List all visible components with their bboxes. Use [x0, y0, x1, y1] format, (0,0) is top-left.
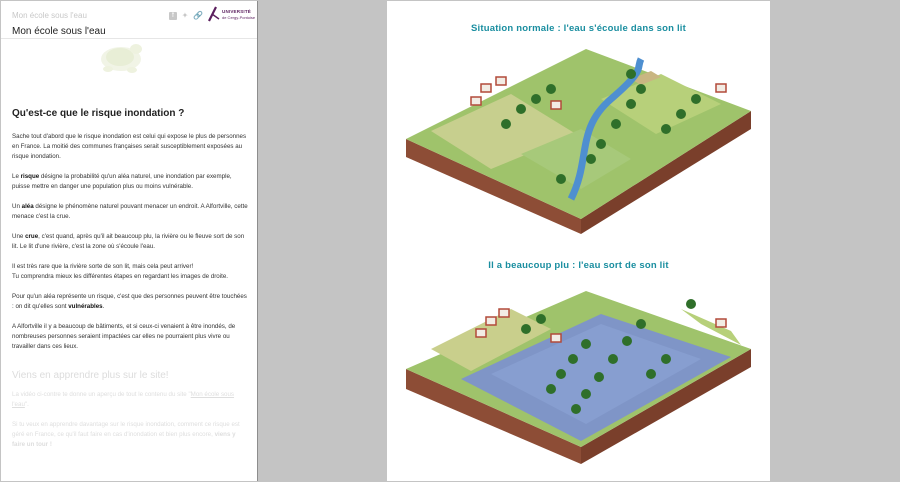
- link-icon[interactable]: 🔗: [193, 12, 203, 20]
- paragraph-risque: Le risque désigne la probabilité qu'un a…: [12, 172, 248, 192]
- paragraph-more: Si tu veux en apprendre davantage sur le…: [12, 420, 248, 450]
- paragraph-alea: Un aléa désigne le phénomène naturel pou…: [12, 202, 248, 222]
- site-title: Mon école sous l'eau: [12, 26, 106, 37]
- paragraph-vulnerable-c: .: [102, 303, 105, 310]
- paragraph-crue-c: , c'est quand, après qu'il ait beaucoup …: [12, 233, 245, 250]
- paragraph-alfortville: A Alfortville il y a beaucoup de bâtimen…: [12, 323, 236, 350]
- paragraph-rare-line2: Tu comprendra mieux les différentes étap…: [12, 273, 228, 280]
- diagram-normal-situation: [406, 49, 751, 234]
- paragraph-crue-a: Une: [12, 233, 26, 240]
- university-logo[interactable]: UNIVERSITÉ de Cergy-Pontoise: [207, 5, 255, 27]
- logo-text-line2: de Cergy-Pontoise: [222, 15, 256, 20]
- story-content: Qu'est-ce que le risque inondation ? Sac…: [12, 108, 248, 460]
- paragraph-alea-a: Un: [12, 203, 22, 210]
- paragraph-video-c: ".: [24, 401, 29, 408]
- caption-normal: Situation normale : l'eau s'écoule dans …: [470, 23, 687, 34]
- university-logo-mark: [208, 6, 220, 22]
- term-vulnerables: vulnérables: [68, 303, 103, 310]
- twitter-icon[interactable]: ✦: [181, 12, 189, 20]
- story-text-panel[interactable]: Mon école sous l'eau Mon école sous l'ea…: [1, 1, 258, 481]
- term-crue: crue: [25, 233, 39, 240]
- paragraph-intro: Sache tout d'abord que le risque inondat…: [12, 133, 247, 160]
- screenshot-frame: Mon école sous l'eau Mon école sous l'ea…: [0, 0, 900, 482]
- turtle-mascot-image: [101, 44, 142, 73]
- section-heading: Qu'est-ce que le risque inondation ?: [12, 108, 185, 119]
- paragraph-video-a: La vidéo ci-contre te donne un aperçu de…: [12, 391, 191, 398]
- paragraph-video: La vidéo ci-contre te donne un aperçu de…: [12, 390, 248, 410]
- caption-flood: Il a beaucoup plu : l'eau sort de son li…: [488, 260, 669, 271]
- paragraph-risque-c: désigne la probabilité qu'un aléa nature…: [12, 173, 232, 190]
- paragraph-more-a: Si tu veux en apprendre davantage sur le…: [12, 421, 240, 438]
- paragraph-alea-c: désigne le phénomène naturel pouvant men…: [12, 203, 248, 220]
- section-heading-2: Viens en apprendre plus sur le site!: [12, 370, 169, 381]
- term-alea: aléa: [21, 203, 34, 210]
- paragraph-crue: Une crue, c'est quand, après qu'il ait b…: [12, 232, 248, 252]
- logo-text-line1: UNIVERSITÉ: [222, 9, 252, 14]
- facebook-icon[interactable]: f: [169, 12, 177, 20]
- paragraph-risque-a: Le: [12, 173, 21, 180]
- paragraph-rare: Il est très rare que la rivière sorte de…: [12, 262, 248, 282]
- diagram-flood-situation: [406, 291, 751, 464]
- header-bar: Mon école sous l'eau Mon école sous l'ea…: [1, 1, 257, 39]
- illustration-panel: Situation normale : l'eau s'écoule dans …: [387, 1, 770, 481]
- term-risque: risque: [20, 173, 40, 180]
- paragraph-vulnerable: Pour qu'un aléa représente un risque, c'…: [12, 292, 248, 312]
- site-name-small: Mon école sous l'eau: [12, 11, 87, 20]
- paragraph-vulnerable-a: Pour qu'un aléa représente un risque, c'…: [12, 293, 247, 310]
- paragraph-rare-line1: Il est très rare que la rivière sorte de…: [12, 263, 194, 270]
